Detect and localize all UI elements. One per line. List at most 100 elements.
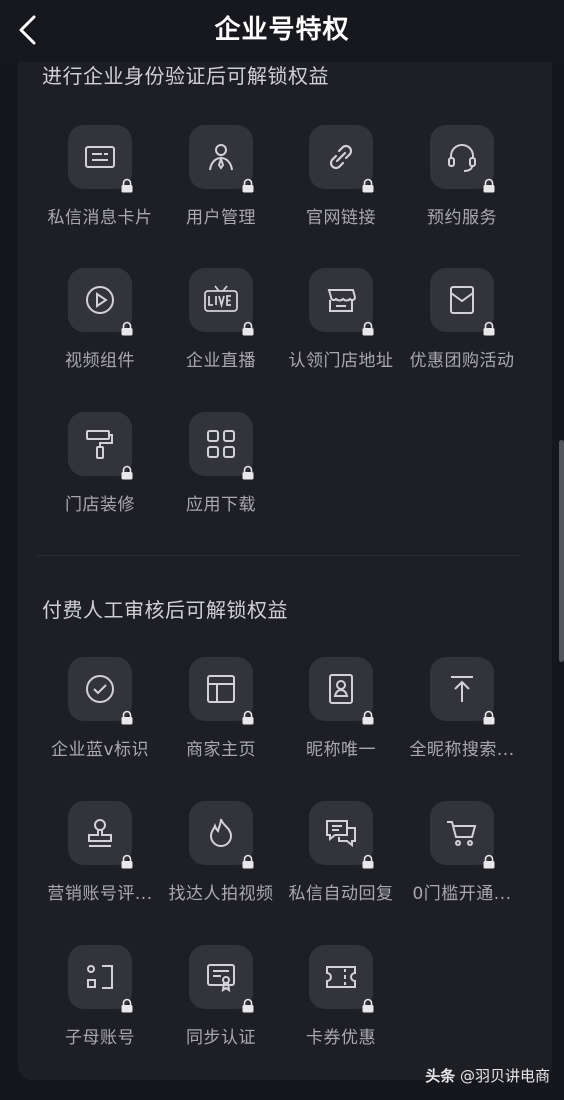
privilege-label: 营销账号评... [47, 884, 153, 904]
privilege-enterprise-live[interactable]: 企业直播 [161, 268, 281, 388]
privilege-website-link[interactable]: 官网链接 [281, 125, 401, 245]
privilege-icon-box [189, 268, 254, 336]
privilege-reservation[interactable]: 预约服务 [402, 125, 522, 245]
privilege-icon-box [68, 412, 133, 480]
privilege-video-component[interactable]: 视频组件 [40, 268, 160, 388]
layout-icon [207, 675, 235, 703]
privilege-label: 预约服务 [427, 208, 497, 228]
privilege-influencer-video[interactable]: 找达人拍视频 [161, 801, 281, 921]
privilege-icon-box [309, 945, 374, 1013]
privilege-zero-threshold[interactable]: 0门槛开通... [402, 801, 522, 921]
privilege-coupons[interactable]: 卡券优惠 [281, 945, 401, 1065]
lock-icon [483, 710, 495, 725]
page-title: 企业号特权 [214, 15, 350, 45]
lock-icon [362, 998, 374, 1013]
live-tv-icon [204, 285, 238, 312]
stamp-icon [88, 819, 112, 847]
ticket-icon [326, 966, 356, 988]
privilege-auto-reply[interactable]: 私信自动回复 [281, 801, 401, 921]
privilege-label: 认领门店地址 [288, 351, 394, 371]
check-circle-icon [86, 675, 114, 703]
privilege-icon-box [68, 657, 133, 725]
privilege-label: 子母账号 [65, 1028, 135, 1048]
privilege-icon-box [309, 657, 374, 725]
privilege-label: 优惠团购活动 [409, 351, 515, 371]
privilege-icon-box [68, 268, 133, 336]
lock-icon [362, 178, 374, 193]
link-icon [329, 144, 353, 170]
lock-icon [362, 710, 374, 725]
privilege-icon-box [68, 125, 133, 193]
lock-icon [121, 854, 133, 869]
privilege-icon-box [309, 268, 374, 336]
flame-icon [209, 818, 233, 847]
user-management-icon [209, 144, 233, 171]
privilege-app-download[interactable]: 应用下载 [161, 412, 281, 532]
header-bar: 企业号特权 [0, 0, 564, 62]
section2-title: 付费人工审核后可解锁权益 [42, 598, 288, 622]
watermark-author: @羽贝讲电商 [459, 1067, 550, 1085]
privilege-icon-box [430, 268, 495, 336]
lock-icon [242, 854, 254, 869]
privilege-sub-accounts[interactable]: 子母账号 [40, 945, 160, 1065]
certificate-icon [207, 964, 235, 993]
privilege-label: 全昵称搜索... [409, 740, 515, 760]
privilege-sync-certification[interactable]: 同步认证 [161, 945, 281, 1065]
privilege-group-buy[interactable]: 优惠团购活动 [402, 268, 522, 388]
privilege-icon-box [430, 125, 495, 193]
privilege-user-management[interactable]: 用户管理 [161, 125, 281, 245]
privilege-label: 应用下载 [186, 495, 256, 515]
privilege-icon-box [189, 412, 254, 480]
watermark-brand: 头条 [425, 1067, 456, 1085]
lock-icon [121, 710, 133, 725]
privilege-label: 门店装修 [65, 495, 135, 515]
watermark: 头条 @羽贝讲电商 [425, 1065, 550, 1086]
lock-icon [242, 710, 254, 725]
privilege-label: 找达人拍视频 [168, 884, 274, 904]
privilege-icon-box [189, 657, 254, 725]
privilege-label: 私信自动回复 [288, 884, 394, 904]
privilege-label: 私信消息卡片 [47, 208, 153, 228]
privilege-label: 同步认证 [186, 1028, 256, 1048]
play-icon [86, 286, 114, 314]
privilege-blue-v[interactable]: 企业蓝v标识 [40, 657, 160, 777]
lock-icon [242, 321, 254, 336]
privilege-label: 用户管理 [186, 208, 256, 228]
privilege-icon-box [309, 801, 374, 869]
privilege-label: 商家主页 [186, 740, 256, 760]
privilege-message-card[interactable]: 私信消息卡片 [40, 125, 160, 245]
lock-icon [242, 178, 254, 193]
privilege-claim-store[interactable]: 认领门店地址 [281, 268, 401, 388]
section1-title: 进行企业身份验证后可解锁权益 [42, 64, 329, 88]
paint-roller-icon [86, 430, 113, 459]
id-badge-icon [329, 674, 353, 704]
lock-icon [121, 321, 133, 336]
privilege-label: 昵称唯一 [306, 740, 376, 760]
privilege-label: 卡券优惠 [306, 1028, 376, 1048]
section-divider [36, 555, 520, 556]
upload-top-icon [451, 676, 473, 702]
coupon-envelope-icon [450, 286, 474, 314]
privilege-store-decoration[interactable]: 门店装修 [40, 412, 160, 532]
privilege-full-nickname-search[interactable]: 全昵称搜索... [402, 657, 522, 777]
privilege-label: 官网链接 [306, 208, 376, 228]
privilege-icon-box [189, 125, 254, 193]
lock-icon [483, 321, 495, 336]
privilege-unique-nickname[interactable]: 昵称唯一 [281, 657, 401, 777]
lock-icon [362, 321, 374, 336]
scrollbar[interactable] [559, 440, 564, 662]
lock-icon [242, 465, 254, 480]
privilege-icon-box [309, 125, 374, 193]
privilege-icon-box [68, 945, 133, 1013]
privilege-merchant-home[interactable]: 商家主页 [161, 657, 281, 777]
privilege-label: 企业蓝v标识 [50, 740, 150, 760]
lock-icon [483, 854, 495, 869]
chat-reply-icon [326, 820, 356, 848]
lock-icon [121, 998, 133, 1013]
privilege-label: 0门槛开通... [412, 884, 512, 904]
privilege-icon-box [189, 801, 254, 869]
privilege-marketing-rating[interactable]: 营销账号评... [40, 801, 160, 921]
app-grid-icon [207, 430, 235, 458]
privilege-icon-box [430, 801, 495, 869]
lock-icon [362, 854, 374, 869]
